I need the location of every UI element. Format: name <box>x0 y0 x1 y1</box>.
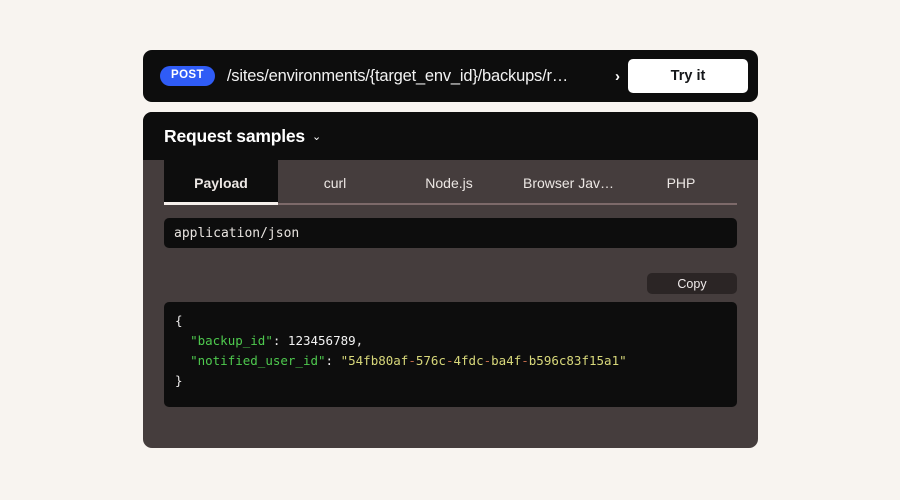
content-type-field[interactable]: application/json <box>164 218 737 248</box>
code-value-backup-id: 123456789 <box>288 333 356 348</box>
endpoint-path[interactable]: /sites/environments/{target_env_id}/back… <box>227 67 611 86</box>
code-line: } <box>175 371 737 391</box>
code-key-notified-user-id: "notified_user_id" <box>190 353 325 368</box>
code-line: { <box>175 311 737 331</box>
code-close-brace: } <box>175 373 183 388</box>
copy-row: Copy <box>164 273 737 294</box>
code-indent <box>175 333 190 348</box>
tab-nodejs[interactable]: Node.js <box>392 160 506 205</box>
code-sample-block[interactable]: { "backup_id": 123456789, "notified_user… <box>164 302 737 407</box>
panel-header[interactable]: Request samples ⌄ <box>143 112 758 160</box>
code-colon: : <box>273 333 288 348</box>
tab-curl[interactable]: curl <box>278 160 392 205</box>
try-it-button[interactable]: Try it <box>628 59 748 93</box>
sample-tabs: Payload curl Node.js Browser Jav… PHP <box>164 160 737 205</box>
panel-title: Request samples <box>164 126 305 147</box>
code-indent <box>175 353 190 368</box>
tab-php[interactable]: PHP <box>631 160 731 205</box>
chevron-down-icon[interactable]: ⌄ <box>312 132 321 143</box>
code-open-brace: { <box>175 313 183 328</box>
code-colon: : <box>326 353 341 368</box>
tab-browser-javascript[interactable]: Browser Jav… <box>506 160 631 205</box>
request-samples-panel: Request samples ⌄ Payload curl Node.js B… <box>143 112 758 448</box>
http-method-badge: POST <box>160 66 215 87</box>
code-comma: , <box>356 333 364 348</box>
code-key-backup-id: "backup_id" <box>190 333 273 348</box>
copy-button[interactable]: Copy <box>647 273 737 294</box>
content-type-value: application/json <box>174 226 299 241</box>
code-value-notified-user-id: "54fb80af-576c-4fdc-ba4f-b596c83f15a1" <box>341 353 627 368</box>
code-line: "backup_id": 123456789, <box>175 331 737 351</box>
endpoint-bar: POST /sites/environments/{target_env_id}… <box>143 50 758 102</box>
tab-payload[interactable]: Payload <box>164 160 278 205</box>
chevron-right-icon[interactable]: › <box>615 69 620 84</box>
code-line: "notified_user_id": "54fb80af-576c-4fdc-… <box>175 351 737 371</box>
page-root: POST /sites/environments/{target_env_id}… <box>0 0 900 500</box>
